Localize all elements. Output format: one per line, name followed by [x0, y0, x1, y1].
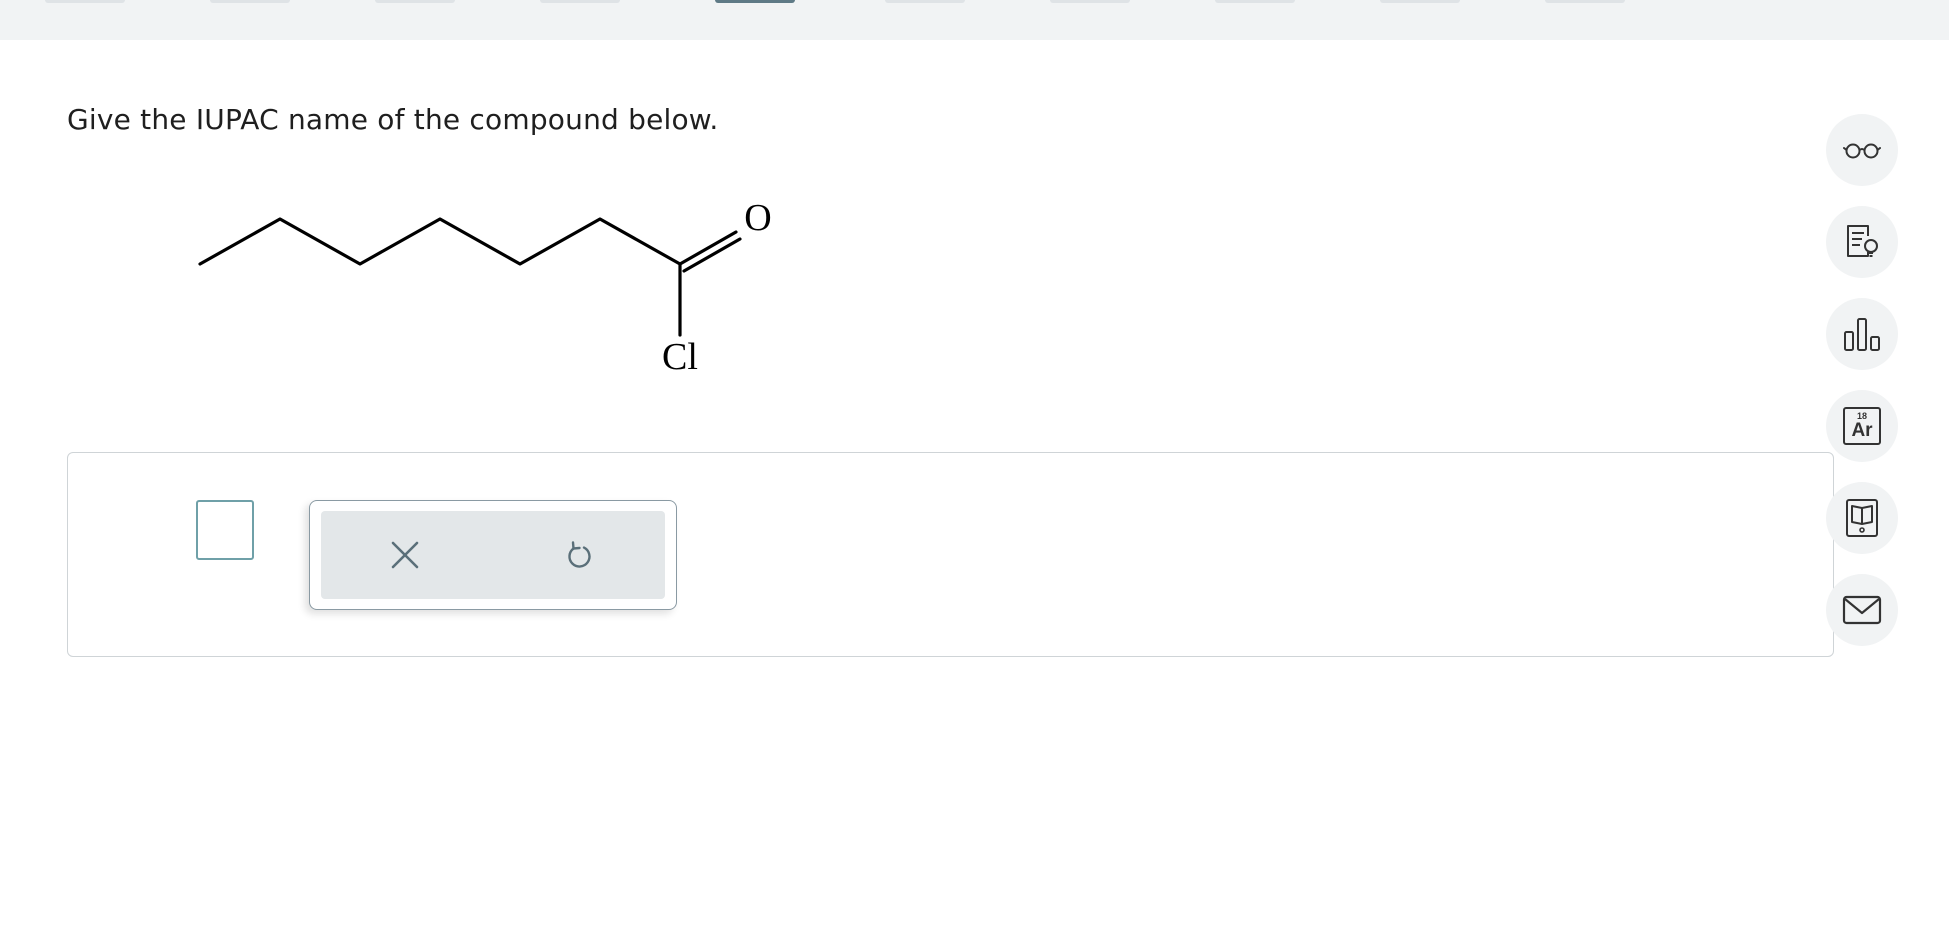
compound-structure: O Cl	[198, 197, 772, 378]
element-symbol: Ar	[1851, 420, 1873, 441]
answer-input[interactable]	[196, 500, 254, 560]
answer-tools	[309, 500, 677, 610]
lightbulb-notes-icon	[1847, 225, 1878, 257]
top-tab[interactable]	[1380, 0, 1460, 3]
x-icon	[391, 541, 419, 569]
top-tab[interactable]	[210, 0, 290, 3]
top-tab[interactable]	[885, 0, 965, 3]
answer-tools-inner	[321, 511, 665, 599]
oxygen-label: O	[744, 197, 771, 239]
top-tab[interactable]	[1215, 0, 1295, 3]
textbook-icon	[1846, 499, 1878, 537]
carbonyl-bond-second	[682, 237, 742, 273]
carbonyl-bond	[678, 230, 738, 266]
top-bar	[0, 0, 1949, 40]
glasses-icon	[1843, 143, 1881, 159]
periodic-table-button[interactable]: 18 Ar	[1826, 390, 1898, 462]
top-tab[interactable]	[1545, 0, 1625, 3]
clear-button[interactable]	[383, 533, 427, 577]
textbook-button[interactable]	[1826, 482, 1898, 554]
message-button[interactable]	[1826, 574, 1898, 646]
hint-button[interactable]	[1826, 206, 1898, 278]
top-tab-active[interactable]	[715, 0, 795, 3]
bar-chart-icon	[1844, 318, 1880, 351]
chlorine-label: Cl	[662, 336, 698, 378]
stats-button[interactable]	[1826, 298, 1898, 370]
mail-icon	[1842, 595, 1882, 625]
top-tab[interactable]	[1050, 0, 1130, 3]
top-tab[interactable]	[375, 0, 455, 3]
undo-icon	[568, 541, 591, 568]
top-tab[interactable]	[540, 0, 620, 3]
question-prompt: Give the IUPAC name of the compound belo…	[67, 103, 719, 136]
accessibility-button[interactable]	[1826, 114, 1898, 186]
carbon-chain	[198, 217, 682, 266]
top-tab[interactable]	[45, 0, 125, 3]
periodic-table-icon: 18 Ar	[1843, 407, 1881, 445]
undo-button[interactable]	[557, 533, 601, 577]
